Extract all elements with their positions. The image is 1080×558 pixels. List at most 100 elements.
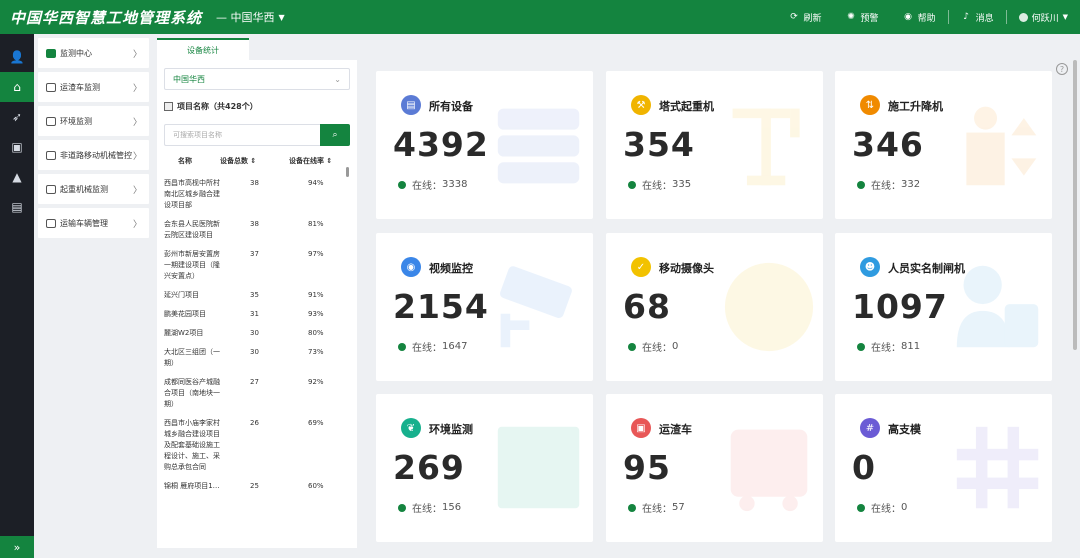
chevron-right-icon: 〉	[132, 151, 142, 162]
device-card[interactable]: ⚒ 塔式起重机 354 在线： 335	[606, 71, 823, 219]
card-background-graphic	[732, 108, 800, 186]
submenu-item-monitoring-center[interactable]: 监测中心 〉	[38, 38, 149, 68]
table-row[interactable]: 麓湖W2项目 30 80%	[164, 328, 344, 339]
table-row[interactable]: 大北区三组团（一期） 30 73%	[164, 347, 344, 369]
help-button[interactable]: ◉ 帮助	[891, 9, 948, 25]
card-online: 在线： 0	[628, 339, 678, 354]
row-total: 30	[250, 329, 259, 337]
device-card[interactable]: ▤ 所有设备 4392 在线： 3338	[376, 71, 593, 219]
table-row[interactable]: 锦桐 雁府项目1… 25 60%	[164, 481, 344, 492]
row-name: 西昌市高枧中所村南北区城乡融合建设项目部	[164, 179, 220, 209]
table-row[interactable]: 西昌市小庙李家村城乡融合建设项目及配套基础设施工程设计、施工、采购总承包合同 26…	[164, 418, 344, 473]
refresh-label: 刷新	[803, 13, 822, 24]
online-count: 57	[672, 502, 685, 513]
help-label: 帮助	[917, 13, 936, 24]
card-online: 在线： 811	[857, 339, 920, 354]
card-count: 68	[623, 287, 671, 326]
chevron-right-icon: 〉	[132, 49, 142, 60]
alarm-label: 预警	[860, 13, 879, 24]
bus-icon	[46, 82, 56, 92]
search-icon: ⌕	[332, 130, 338, 140]
tower-crane-icon: ⚒	[631, 95, 651, 115]
row-rate: 73%	[308, 348, 324, 356]
user-icon[interactable]: 👤	[0, 42, 34, 72]
submenu-label: 起重机械监测	[60, 184, 108, 194]
card-title: 视频监控	[429, 262, 473, 275]
submenu-label: 非道路移动机械管控	[60, 150, 132, 160]
box-icon[interactable]: ▣	[0, 132, 34, 162]
row-rate: 91%	[308, 291, 324, 299]
device-card[interactable]: ▣ 运渣车 95 在线： 57	[606, 394, 823, 542]
search-button[interactable]: ⌕	[320, 124, 350, 146]
refresh-icon: ⟳	[790, 11, 798, 22]
projects-title: 项目名称（共428个）	[164, 101, 258, 112]
col-name[interactable]: 名称	[178, 156, 192, 166]
org-select[interactable]: 中国华西 ⌄	[164, 68, 350, 90]
row-rate: 80%	[308, 329, 324, 337]
row-rate: 92%	[308, 378, 324, 386]
table-row[interactable]: 西昌市高枧中所村南北区城乡融合建设项目部 38 94%	[164, 178, 344, 211]
table-row[interactable]: 延兴门项目 35 91%	[164, 290, 344, 301]
left-icon-bar: 👤 ⌂ ➶ ▣ ▲ ▤ »	[0, 34, 34, 558]
card-online: 在线： 332	[857, 177, 920, 192]
refresh-button[interactable]: ⟳ 刷新	[777, 9, 834, 25]
chevron-right-icon: 〉	[132, 219, 142, 230]
submenu-item-lifting[interactable]: 起重机械监测 〉	[38, 174, 149, 204]
bell-icon: ♪	[963, 11, 969, 22]
card-background-graphic	[497, 426, 580, 509]
home-icon[interactable]: ⌂	[0, 72, 34, 102]
help-circle-icon[interactable]: ?	[1056, 63, 1068, 75]
submenu-item-nonroad-machinery[interactable]: 非道路移动机械管控〉	[38, 140, 149, 170]
online-label: 在线：	[412, 343, 442, 354]
grid-icon: #	[860, 418, 880, 438]
org-selector[interactable]: — 中国华西 ▼	[216, 9, 285, 25]
table-scrollbar[interactable]	[346, 167, 349, 177]
row-name: 西昌市小庙李家村城乡融合建设项目及配套基础设施工程设计、施工、采购总承包合同	[164, 419, 220, 471]
device-card[interactable]: ✓ 移动摄像头 68 在线： 0	[606, 233, 823, 381]
submenu: 监测中心〉 运渣车监测〉 环境监测〉 非道路移动机械管控〉 起重机械监测〉 运输…	[38, 38, 149, 242]
search-input[interactable]: 可搜索项目名称	[164, 124, 320, 146]
tab-device-stats[interactable]: 设备统计	[157, 38, 249, 60]
card-count: 354	[623, 125, 695, 164]
online-dot-icon	[398, 342, 406, 351]
submenu-item-muck-truck[interactable]: 运渣车监测 〉	[38, 72, 149, 102]
message-button[interactable]: ♪ 消息	[949, 9, 1006, 25]
chart-icon[interactable]: ▲	[0, 162, 34, 192]
table-row[interactable]: 彭州市新居安置房一期建设项目（隆兴安置点） 37 97%	[164, 249, 344, 282]
device-card[interactable]: # 高支模 0 在线： 0	[835, 394, 1052, 542]
user-menu[interactable]: 何跃川 ▼	[1007, 9, 1080, 25]
device-card[interactable]: ◉ 视频监控 2154 在线： 1647	[376, 233, 593, 381]
device-card[interactable]: ❦ 环境监测 269 在线： 156	[376, 394, 593, 542]
expand-icon[interactable]: »	[0, 536, 34, 558]
help-icon: ◉	[904, 11, 912, 22]
row-total: 31	[250, 310, 259, 318]
table-row[interactable]: 会东县人民医院新云院区建设项目 38 81%	[164, 219, 344, 241]
submenu-item-transport[interactable]: 运输车辆管理 〉	[38, 208, 149, 238]
alarm-button[interactable]: ✺ 预警	[834, 9, 891, 25]
table-header: 名称 设备总数 ⇕ 设备在线率 ⇕	[164, 156, 350, 170]
online-label: 在线：	[871, 343, 901, 354]
device-card[interactable]: ⇅ 施工升降机 346 在线： 332	[835, 71, 1052, 219]
card-count: 95	[623, 448, 671, 487]
clipboard-icon[interactable]: ▤	[0, 192, 34, 222]
row-name: 延兴门项目	[164, 291, 199, 299]
card-title: 高支模	[888, 423, 921, 436]
table-row[interactable]: 鹏美花园项目 31 93%	[164, 309, 344, 320]
row-total: 37	[250, 250, 259, 258]
tab-bar: 设备统计	[157, 38, 357, 60]
card-background-graphic	[730, 429, 808, 512]
table-row[interactable]: 成都同医谷产城融合项目（南地块一期） 27 92%	[164, 377, 344, 410]
row-rate: 69%	[308, 419, 324, 427]
device-card[interactable]: ☻ 人员实名制闸机 1097 在线： 811	[835, 233, 1052, 381]
submenu-item-environment[interactable]: 环境监测 〉	[38, 106, 149, 136]
col-total[interactable]: 设备总数 ⇕	[220, 156, 256, 166]
online-label: 在线：	[642, 504, 672, 515]
camera-icon: ◉	[401, 257, 421, 277]
col-rate[interactable]: 设备在线率 ⇕	[289, 156, 332, 166]
row-total: 35	[250, 291, 259, 299]
rocket-icon[interactable]: ➶	[0, 102, 34, 132]
page-scrollbar[interactable]	[1073, 60, 1077, 350]
row-rate: 94%	[308, 179, 324, 187]
truck-icon	[46, 218, 56, 228]
row-name: 麓湖W2项目	[164, 329, 204, 337]
